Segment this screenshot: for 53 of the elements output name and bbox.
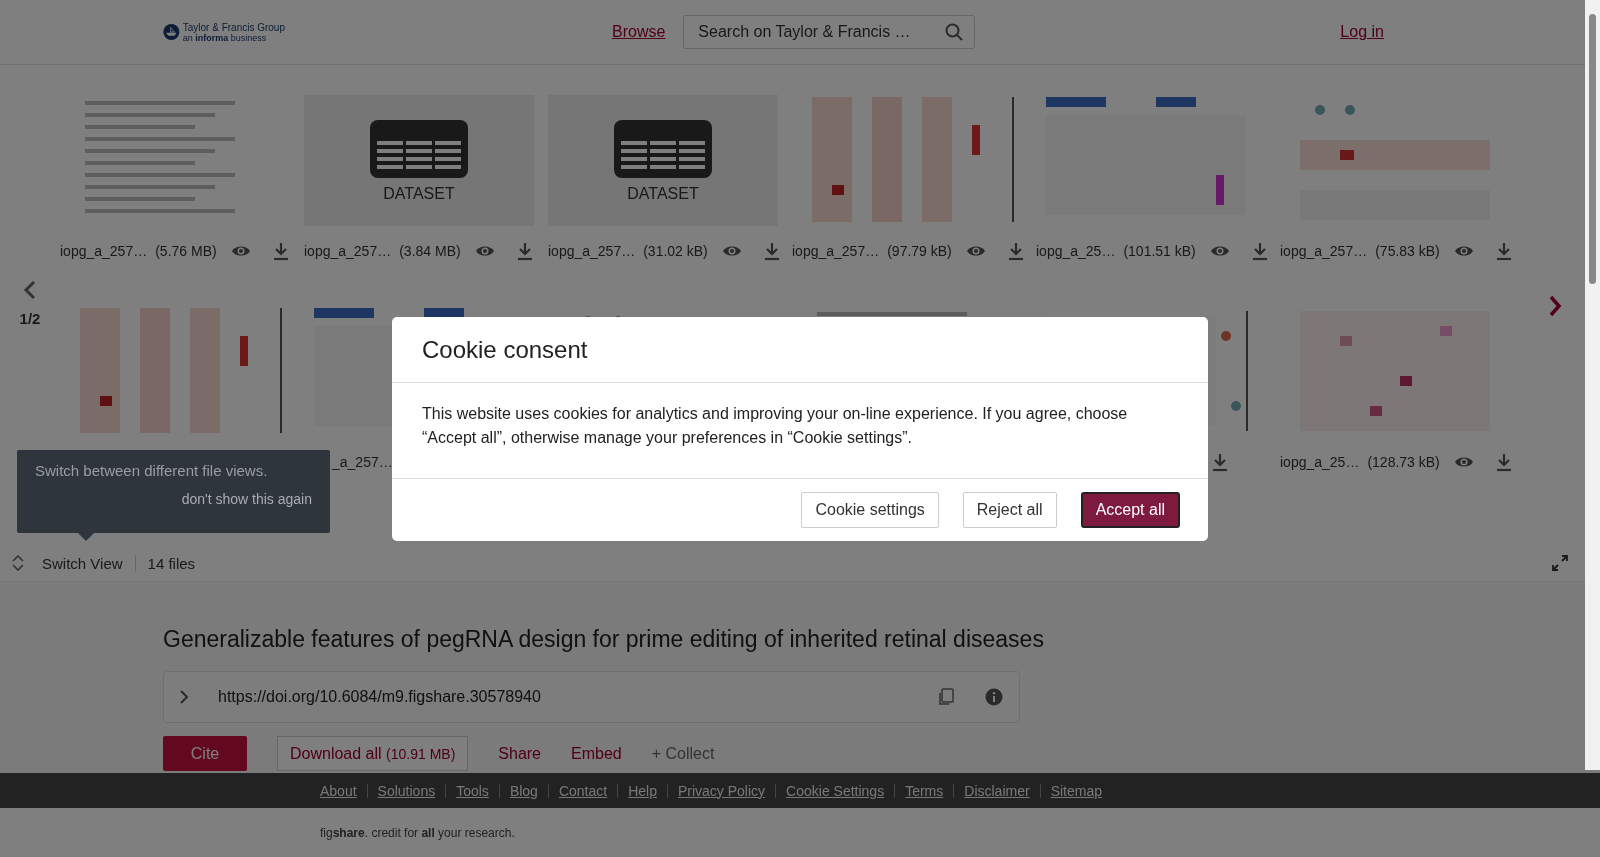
download-all-button[interactable]: Download all (10.91 MB) [277, 736, 469, 771]
browse-link[interactable]: Browse [612, 23, 666, 41]
footer-link[interactable]: Cookie Settings [775, 783, 895, 798]
footer-link[interactable]: Sitemap [1039, 783, 1112, 798]
dialog-button[interactable]: Cookie settings [801, 492, 939, 528]
dataset-label: DATASET [383, 184, 455, 203]
dialog-text: This website uses cookies for analytics and improving your on-line experience. If you agree, choose “Accept all”, otherwise manage your preferences in “Cookie settings”. [422, 404, 1129, 448]
footer-link[interactable]: Help [617, 783, 667, 798]
file-size: (31.02 kB) [643, 243, 708, 259]
file-name[interactable]: iopg_a_25… [1280, 454, 1360, 470]
tooltip-text: Switch between different file views. [35, 462, 269, 479]
file-size: (101.51 kB) [1123, 243, 1196, 259]
logo-tagline: an informa business [182, 32, 267, 43]
file-name[interactable]: iopg_a_257… [304, 243, 392, 259]
file-name[interactable]: iopg_a_257… [792, 243, 880, 259]
action-link[interactable]: Embed [571, 744, 622, 763]
dialog-title: Cookie consent [422, 335, 588, 364]
file-size: (5.76 MB) [155, 243, 217, 259]
footer-link[interactable]: Disclaimer [953, 783, 1040, 798]
file-size: (128.73 kB) [1367, 454, 1440, 470]
article-title: Generalizable features of pegRNA design for prime editing of inherited retinal diseases [163, 626, 1045, 653]
footer-link[interactable]: Solutions [366, 783, 446, 798]
file-name[interactable]: iopg_a_257… [1280, 243, 1368, 259]
footer-link[interactable]: Contact [547, 783, 618, 798]
credit-text: figshare. credit for all your research. [319, 825, 516, 840]
file-name[interactable]: iopg_a_257… [60, 243, 148, 259]
accept-button[interactable]: Accept all [1080, 492, 1180, 528]
dialog-button[interactable]: Reject all [962, 492, 1057, 528]
file-size: (75.83 kB) [1375, 243, 1440, 259]
search-field[interactable]: Search on Taylor & Francis … [683, 15, 976, 49]
dataset-tile[interactable]: DATASET [548, 95, 778, 226]
file-size: (3.84 MB) [399, 243, 461, 259]
file-name[interactable]: _a_257… [332, 454, 393, 470]
footer-link[interactable]: Blog [498, 783, 548, 798]
file-name[interactable]: iopg_a_257… [548, 243, 636, 259]
login-link[interactable]: Log in [1340, 23, 1384, 41]
file-count: 14 files [146, 554, 197, 572]
collect-link[interactable]: + Collect [651, 744, 715, 763]
page-indicator: 1/2 [19, 310, 41, 327]
logo-text[interactable]: Taylor & Francis Group [182, 21, 285, 33]
doi-link[interactable]: https://doi.org/10.6084/m9.figshare.30578940 [218, 688, 937, 706]
cite-button[interactable]: Cite [163, 736, 247, 771]
file-name[interactable]: iopg_a_25… [1036, 243, 1116, 259]
file-size: (97.79 kB) [887, 243, 952, 259]
dataset-label: DATASET [627, 184, 699, 203]
dismiss-link[interactable]: don't show this again [181, 491, 312, 507]
footer-link[interactable]: Terms [894, 783, 954, 798]
footer-link[interactable]: About [320, 783, 367, 798]
action-link[interactable]: Share [498, 744, 541, 763]
footer-link[interactable]: Privacy Policy [666, 783, 776, 798]
dataset-tile[interactable]: DATASET [304, 95, 534, 226]
switch-view-button[interactable]: Switch View [42, 554, 136, 572]
footer-link[interactable]: Tools [445, 783, 499, 798]
